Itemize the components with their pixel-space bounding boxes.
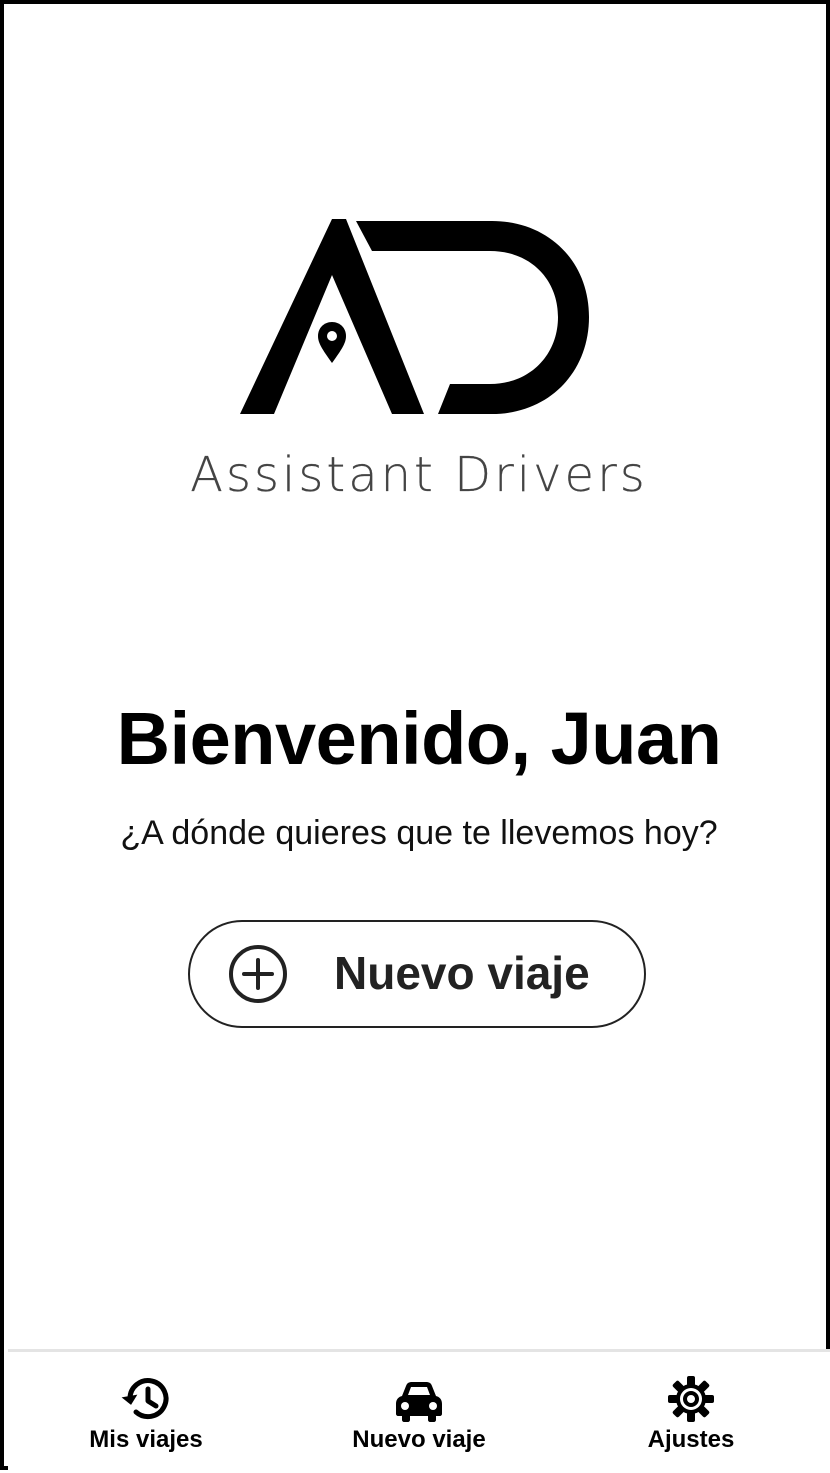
nav-item-mis-viajes[interactable]: Mis viajes [21, 1352, 271, 1473]
gear-icon [668, 1376, 714, 1422]
plus-circle-icon [229, 945, 287, 1003]
welcome-title: Bienvenido, Juan [116, 697, 722, 780]
new-trip-button[interactable]: Nuevo viaje [188, 920, 646, 1028]
bottom-navigation: Mis viajes Nuevo viaje Ajustes [8, 1349, 830, 1473]
nav-label: Nuevo viaje [352, 1426, 486, 1453]
brand-name: Assistant Drivers [190, 447, 648, 503]
nav-item-ajustes[interactable]: Ajustes [566, 1352, 816, 1473]
brand-logo: Assistant Drivers [144, 209, 694, 509]
nav-item-nuevo-viaje[interactable]: Nuevo viaje [294, 1352, 544, 1473]
nav-label: Mis viajes [89, 1426, 203, 1453]
history-icon [121, 1378, 169, 1420]
app-screen: Assistant Drivers Bienvenido, Juan ¿A dó… [0, 0, 830, 1473]
welcome-subtitle: ¿A dónde quieres que te llevemos hoy? [120, 814, 718, 852]
car-icon [396, 1382, 442, 1422]
nav-label: Ajustes [647, 1426, 735, 1453]
new-trip-button-label: Nuevo viaje [334, 947, 590, 999]
ad-logo-icon [240, 219, 589, 414]
